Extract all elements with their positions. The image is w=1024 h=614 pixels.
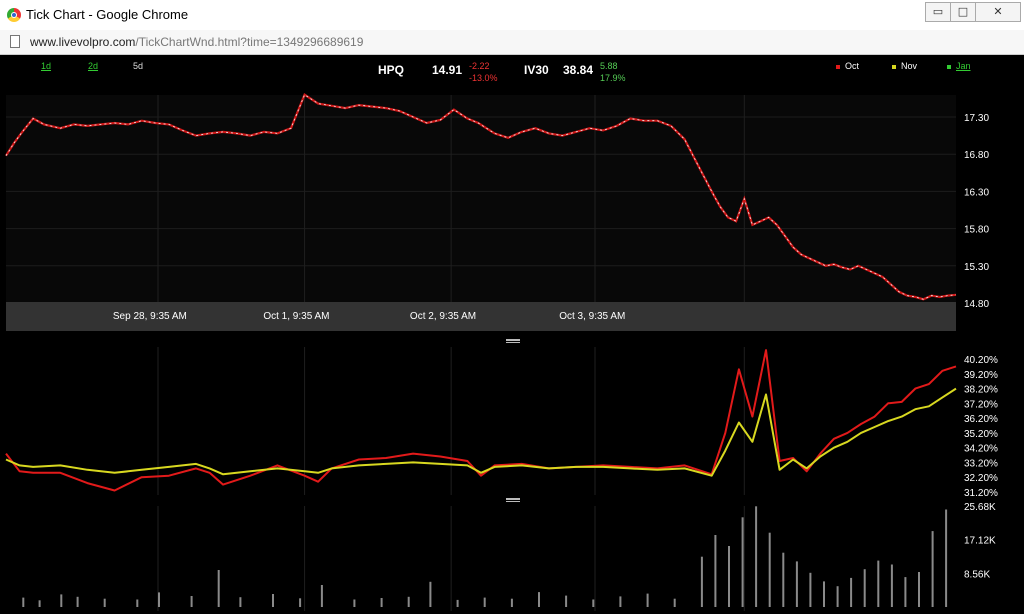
volume-bar — [158, 592, 160, 607]
date-axis-label: Oct 3, 9:35 AM — [559, 311, 625, 322]
price-axis-label: 16.80 — [964, 150, 989, 161]
date-axis-label: Sep 28, 9:35 AM — [113, 311, 187, 322]
price-axis-label: 17.30 — [964, 113, 989, 124]
volume-bar — [407, 596, 410, 607]
minimize-button[interactable]: ▭ — [925, 2, 951, 22]
price-axis-label: 15.30 — [964, 262, 989, 273]
iv-axis-label: 33.20% — [964, 458, 998, 469]
price-axis-label: 16.30 — [964, 187, 989, 198]
volume-bar — [136, 599, 139, 607]
volume-bar — [619, 596, 622, 607]
volume-bar — [700, 556, 703, 607]
splitter-2-b — [506, 501, 520, 502]
volume-bar — [904, 577, 907, 607]
tick-chart-app: 1d 2d 5d HPQ 14.91 -2.22 -13.0% IV30 38.… — [4, 55, 1020, 611]
volume-bar — [863, 569, 866, 607]
volume-bar — [755, 506, 758, 607]
iv-line-nov — [5, 387, 957, 477]
volume-bar — [850, 577, 853, 607]
url-host: www.livevolpro.com — [30, 35, 136, 49]
volume-bar — [76, 596, 79, 607]
iv-axis-label: 31.20% — [964, 488, 998, 499]
iv-axis-label: 37.20% — [964, 399, 998, 410]
volume-axis-label: 17.12K — [964, 536, 996, 547]
window-title: Tick Chart - Google Chrome — [26, 7, 189, 22]
chrome-icon — [7, 8, 21, 22]
iv-axis-label: 38.20% — [964, 385, 998, 396]
volume-bar — [217, 570, 220, 607]
page-icon — [10, 35, 20, 48]
close-button[interactable]: ✕ — [975, 2, 1021, 22]
volume-bar — [483, 597, 486, 607]
volume-bar — [38, 600, 41, 607]
volume-bar — [510, 598, 513, 607]
volume-bar — [836, 586, 839, 607]
url-path: /TickChartWnd.html?time=1349296689619 — [135, 35, 364, 49]
iv-axis-label: 34.20% — [964, 444, 998, 455]
volume-bar — [877, 560, 880, 607]
price-axis-label: 14.80 — [964, 299, 989, 310]
volume-bar — [22, 597, 25, 607]
volume-bar — [714, 535, 717, 607]
iv-axis-label: 39.20% — [964, 370, 998, 381]
volume-bar — [353, 599, 356, 607]
volume-bar — [673, 598, 676, 607]
volume-bar — [103, 598, 106, 607]
volume-bar — [239, 597, 242, 607]
iv-axis-label: 36.20% — [964, 414, 998, 425]
volume-bar — [728, 546, 730, 607]
date-axis-label: Oct 1, 9:35 AM — [263, 311, 329, 322]
volume-bar — [565, 595, 568, 607]
volume-axis-label: 25.68K — [964, 502, 996, 513]
volume-bar — [782, 552, 785, 607]
volume-bar — [272, 594, 274, 607]
volume-bar — [931, 531, 934, 607]
volume-bar — [918, 572, 920, 607]
volume-bar — [429, 581, 432, 607]
volume-bar — [380, 598, 383, 607]
volume-bar — [795, 561, 798, 607]
volume-bar — [768, 532, 771, 607]
volume-bar — [190, 596, 193, 607]
volume-bar — [60, 594, 63, 607]
volume-bar — [823, 581, 825, 607]
iv-axis-label: 35.20% — [964, 429, 998, 440]
price-panel — [6, 95, 956, 331]
splitter-2[interactable] — [506, 498, 520, 500]
volume-bar — [299, 598, 302, 607]
volume-bar — [741, 517, 744, 607]
date-axis-label: Oct 2, 9:35 AM — [410, 311, 476, 322]
address-bar[interactable]: www.livevolpro.com/TickChartWnd.html?tim… — [0, 30, 1024, 55]
splitter-1[interactable] — [506, 339, 520, 341]
splitter-1-b — [506, 342, 520, 343]
volume-bar — [890, 564, 893, 607]
volume-bar — [945, 509, 948, 607]
price-axis-label: 15.80 — [964, 225, 989, 236]
tick-chart-svg[interactable]: Sep 28, 9:35 AM Oct 1, 9:35 AM Oct 2, 9:35… — [4, 55, 1020, 611]
volume-bar — [646, 593, 649, 607]
volume-bar — [592, 599, 595, 607]
volume-bar — [538, 592, 540, 607]
url-text[interactable]: www.livevolpro.com/TickChartWnd.html?tim… — [30, 35, 363, 49]
iv-axis-label: 32.20% — [964, 473, 998, 484]
volume-axis-label: 8.56K — [964, 569, 990, 580]
volume-bar — [456, 599, 459, 607]
volume-bar — [320, 585, 323, 607]
window-titlebar: Tick Chart - Google Chrome ▭ □ ✕ — [0, 0, 1024, 31]
iv-axis-label: 40.20% — [964, 355, 998, 366]
volume-bar — [809, 572, 812, 607]
maximize-button[interactable]: □ — [950, 2, 976, 22]
